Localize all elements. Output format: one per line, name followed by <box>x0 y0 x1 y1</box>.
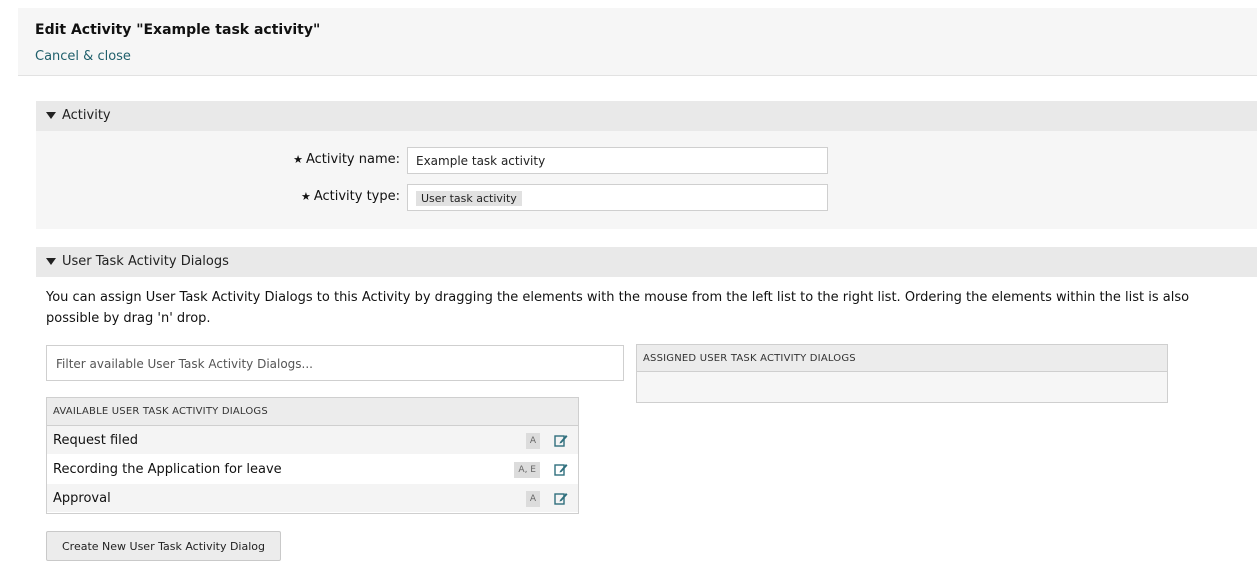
list-item[interactable]: Recording the Application for leave A, E <box>47 455 578 484</box>
activity-section-title: Activity <box>62 108 111 123</box>
required-star-icon: ★ <box>300 190 311 203</box>
assigned-dialogs-list[interactable]: ASSIGNED USER TASK ACTIVITY DIALOGS <box>636 344 1168 403</box>
page-title: Edit Activity "Example task activity" <box>35 22 321 38</box>
dialog-badge: A <box>525 491 540 507</box>
list-item[interactable]: Request filed A <box>47 426 578 455</box>
activity-type-field: User task activity <box>407 184 828 211</box>
dialogs-section-header[interactable]: User Task Activity Dialogs <box>36 247 1257 277</box>
edit-icon[interactable] <box>554 433 568 447</box>
dialogs-section-title: User Task Activity Dialogs <box>62 254 229 269</box>
assigned-dialogs-header: ASSIGNED USER TASK ACTIVITY DIALOGS <box>637 345 1167 372</box>
dialogs-description: You can assign User Task Activity Dialog… <box>46 290 1190 326</box>
page-header: Edit Activity "Example task activity" Ca… <box>18 8 1257 76</box>
triangle-down-icon <box>46 112 56 119</box>
cancel-close-link[interactable]: Cancel & close <box>35 49 131 64</box>
dialog-label: Request filed <box>53 433 138 448</box>
dialog-label: Approval <box>53 491 111 506</box>
required-star-icon: ★ <box>293 153 303 166</box>
dialog-label: Recording the Application for leave <box>53 462 282 477</box>
activity-type-label: ★ Activity type: <box>300 189 400 204</box>
filter-available-dialogs-input[interactable]: Filter available User Task Activity Dial… <box>46 345 624 381</box>
activity-name-input[interactable]: Example task activity <box>407 147 828 174</box>
dialog-badge: A, E <box>514 462 540 478</box>
available-dialogs-header: AVAILABLE USER TASK ACTIVITY DIALOGS <box>47 398 578 426</box>
activity-section-body <box>36 131 1257 229</box>
create-dialog-button[interactable]: Create New User Task Activity Dialog <box>46 531 281 561</box>
triangle-down-icon <box>46 258 56 265</box>
activity-section-header[interactable]: Activity <box>36 101 1257 131</box>
available-dialogs-list: AVAILABLE USER TASK ACTIVITY DIALOGS Req… <box>46 397 579 514</box>
edit-icon[interactable] <box>554 491 568 505</box>
activity-type-chip: User task activity <box>416 191 522 206</box>
activity-name-label: ★ Activity name: <box>293 152 400 167</box>
list-item[interactable]: Approval A <box>47 484 578 513</box>
dialog-badge: A <box>525 433 540 449</box>
edit-icon[interactable] <box>554 462 568 476</box>
